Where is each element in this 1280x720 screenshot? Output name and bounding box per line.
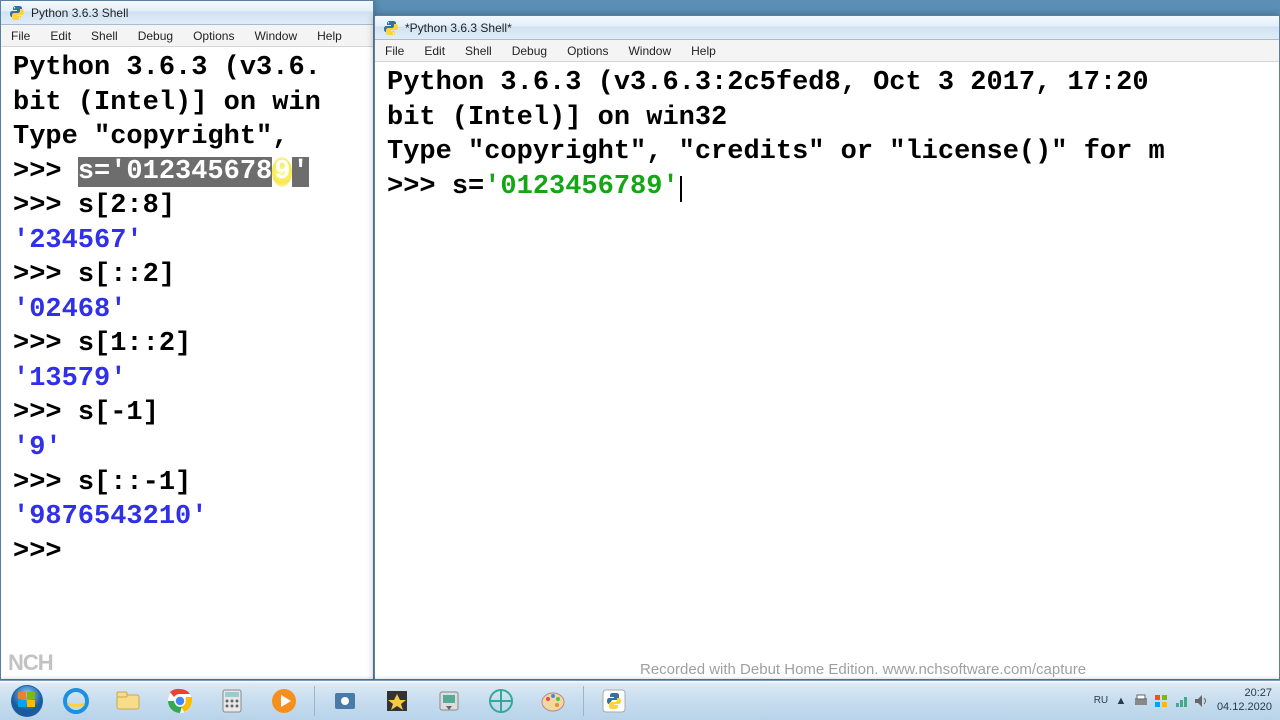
shell-content-right[interactable]: Python 3.6.3 (v3.6.3:2c5fed8, Oct 3 2017… bbox=[375, 62, 1279, 679]
python-shell-window-right[interactable]: *Python 3.6.3 Shell* File Edit Shell Deb… bbox=[374, 15, 1280, 680]
tray-flag-icon[interactable] bbox=[1153, 693, 1169, 709]
menubar-left: File Edit Shell Debug Options Window Hel… bbox=[1, 25, 373, 47]
taskbar-paint[interactable] bbox=[529, 683, 577, 719]
taskbar-app-4[interactable] bbox=[477, 683, 525, 719]
taskbar: RU ▲ 20:27 04.12.2020 bbox=[0, 680, 1280, 720]
output-5: '9876543210' bbox=[13, 500, 361, 535]
prompt-line-6: >>> s[::-1] bbox=[13, 466, 361, 501]
menu-edit[interactable]: Edit bbox=[414, 42, 455, 59]
python-icon bbox=[9, 5, 25, 21]
tray-clock[interactable]: 20:27 04.12.2020 bbox=[1217, 687, 1272, 713]
taskbar-calc[interactable] bbox=[208, 683, 256, 719]
python-shell-window-left[interactable]: Python 3.6.3 Shell File Edit Shell Debug… bbox=[0, 0, 374, 680]
header-line-1: Python 3.6.3 (v3.6. bbox=[13, 51, 361, 86]
taskbar-app-3[interactable] bbox=[425, 683, 473, 719]
menu-debug[interactable]: Debug bbox=[502, 42, 557, 59]
watermark-text: Recorded with Debut Home Edition. www.nc… bbox=[640, 661, 1086, 678]
prompt-line-1: >>> s='0123456789' bbox=[387, 170, 1267, 205]
prompt-line-4: >>> s[1::2] bbox=[13, 327, 361, 362]
output-1: '234567' bbox=[13, 224, 361, 259]
taskbar-app-2[interactable] bbox=[373, 683, 421, 719]
menu-options[interactable]: Options bbox=[557, 42, 618, 59]
menu-window[interactable]: Window bbox=[244, 27, 307, 44]
prompt-line-3: >>> s[::2] bbox=[13, 258, 361, 293]
menu-debug[interactable]: Debug bbox=[128, 27, 183, 44]
menu-shell[interactable]: Shell bbox=[81, 27, 128, 44]
menubar-right: File Edit Shell Debug Options Window Hel… bbox=[375, 40, 1279, 62]
menu-help[interactable]: Help bbox=[307, 27, 352, 44]
header-line-1: Python 3.6.3 (v3.6.3:2c5fed8, Oct 3 2017… bbox=[387, 66, 1267, 101]
title-text: Python 3.6.3 Shell bbox=[31, 6, 128, 20]
menu-file[interactable]: File bbox=[1, 27, 40, 44]
output-4: '9' bbox=[13, 431, 361, 466]
prompt-line-1: >>> s='0123456789' bbox=[13, 155, 361, 190]
tray-lang[interactable]: RU bbox=[1093, 693, 1109, 709]
shell-content-left[interactable]: Python 3.6.3 (v3.6. bit (Intel)] on win … bbox=[1, 47, 373, 679]
menu-edit[interactable]: Edit bbox=[40, 27, 81, 44]
menu-file[interactable]: File bbox=[375, 42, 414, 59]
output-2: '02468' bbox=[13, 293, 361, 328]
system-tray: RU ▲ 20:27 04.12.2020 bbox=[1093, 687, 1280, 713]
tray-volume-icon[interactable] bbox=[1193, 693, 1209, 709]
taskbar-python[interactable] bbox=[590, 683, 638, 719]
taskbar-chrome[interactable] bbox=[156, 683, 204, 719]
nch-logo: NCH bbox=[8, 650, 53, 676]
menu-window[interactable]: Window bbox=[618, 42, 681, 59]
menu-shell[interactable]: Shell bbox=[455, 42, 502, 59]
start-button[interactable] bbox=[4, 682, 50, 720]
python-icon bbox=[383, 20, 399, 36]
taskbar-ie[interactable] bbox=[52, 683, 100, 719]
prompt-line-2: >>> s[2:8] bbox=[13, 189, 361, 224]
tray-printer-icon[interactable] bbox=[1133, 693, 1149, 709]
header-line-2: bit (Intel)] on win bbox=[13, 86, 361, 121]
menu-help[interactable]: Help bbox=[681, 42, 726, 59]
taskbar-wmp[interactable] bbox=[260, 683, 308, 719]
titlebar-left[interactable]: Python 3.6.3 Shell bbox=[1, 1, 373, 25]
header-line-3: Type "copyright", bbox=[13, 120, 361, 155]
taskbar-explorer[interactable] bbox=[104, 683, 152, 719]
header-line-3: Type "copyright", "credits" or "license(… bbox=[387, 135, 1267, 170]
titlebar-right[interactable]: *Python 3.6.3 Shell* bbox=[375, 16, 1279, 40]
menu-options[interactable]: Options bbox=[183, 27, 244, 44]
tray-up-icon[interactable]: ▲ bbox=[1113, 693, 1129, 709]
prompt-line-7: >>> bbox=[13, 535, 361, 570]
output-3: '13579' bbox=[13, 362, 361, 397]
header-line-2: bit (Intel)] on win32 bbox=[387, 101, 1267, 136]
title-text: *Python 3.6.3 Shell* bbox=[405, 21, 512, 35]
tray-network-icon[interactable] bbox=[1173, 693, 1189, 709]
text-cursor bbox=[680, 176, 682, 202]
taskbar-app-1[interactable] bbox=[321, 683, 369, 719]
prompt-line-5: >>> s[-1] bbox=[13, 396, 361, 431]
